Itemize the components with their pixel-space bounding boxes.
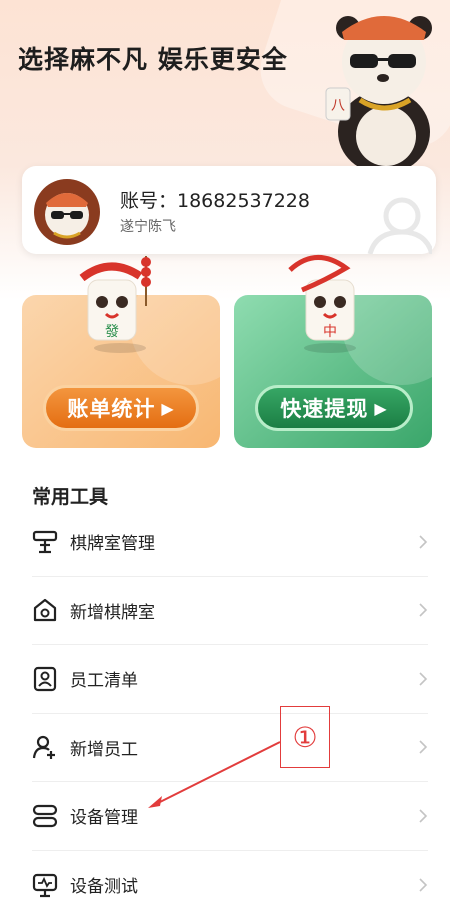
quick-withdraw-button[interactable]: 快速提现 ▶ — [255, 385, 413, 431]
add-staff-icon — [32, 734, 58, 760]
chevron-right-icon — [418, 740, 428, 754]
page-slogan: 选择麻不凡 娱乐更安全 — [18, 40, 288, 76]
tool-item-device-test[interactable]: 设备测试 — [32, 851, 428, 919]
chevron-right-icon — [418, 809, 428, 823]
common-tools-title: 常用工具 — [32, 482, 108, 509]
chevron-right-icon: ▶ — [374, 399, 387, 418]
device-test-icon — [32, 872, 58, 898]
tool-item-label: 设备测试 — [70, 872, 138, 897]
tool-item-label: 设备管理 — [70, 803, 138, 828]
tool-item-label: 新增棋牌室 — [70, 598, 155, 623]
tool-item-add-room[interactable]: 新增棋牌室 — [32, 577, 428, 646]
tool-item-staff-list[interactable]: 员工清单 — [32, 645, 428, 714]
svg-text:八: 八 — [331, 98, 345, 114]
quick-withdraw-label: 快速提现 — [280, 393, 368, 423]
tool-item-label: 棋牌室管理 — [70, 529, 155, 554]
mahjong-table-icon — [32, 529, 58, 555]
chevron-right-icon — [418, 878, 428, 892]
device-management-icon — [32, 803, 58, 829]
tool-item-device-management[interactable]: 设备管理 — [32, 782, 428, 851]
tool-list: 棋牌室管理 新增棋牌室 员工清单 新增员工 设 — [0, 508, 450, 919]
chevron-right-icon — [418, 603, 428, 617]
account-number: 账号：18682537228 — [120, 186, 310, 213]
annotation-marker: ① — [280, 706, 330, 768]
avatar — [34, 179, 100, 245]
tool-item-label: 新增员工 — [70, 735, 138, 760]
tool-item-label: 员工清单 — [70, 666, 138, 691]
bill-statistics-button[interactable]: 账单统计 ▶ — [43, 385, 199, 431]
chevron-right-icon — [418, 535, 428, 549]
mahjong-tile-mascot-zhong: 中 — [286, 250, 376, 355]
svg-text:中: 中 — [323, 324, 337, 340]
chevron-right-icon — [418, 672, 428, 686]
chevron-right-icon: ▶ — [161, 399, 174, 418]
bill-statistics-label: 账单统计 — [67, 393, 155, 423]
account-name: 遂宁陈飞 — [120, 216, 176, 236]
user-silhouette-icon — [366, 192, 432, 254]
tool-item-room-management[interactable]: 棋牌室管理 — [32, 508, 428, 577]
tool-item-add-staff[interactable]: 新增员工 — [32, 714, 428, 783]
panda-mascot-illustration: 八 — [312, 4, 447, 172]
add-room-house-icon — [32, 597, 58, 623]
svg-text:發: 發 — [105, 324, 119, 340]
mahjong-tile-mascot-fa: 發 — [76, 250, 166, 355]
staff-list-icon — [32, 666, 58, 692]
account-card[interactable]: 账号：18682537228 遂宁陈飞 — [22, 166, 436, 254]
